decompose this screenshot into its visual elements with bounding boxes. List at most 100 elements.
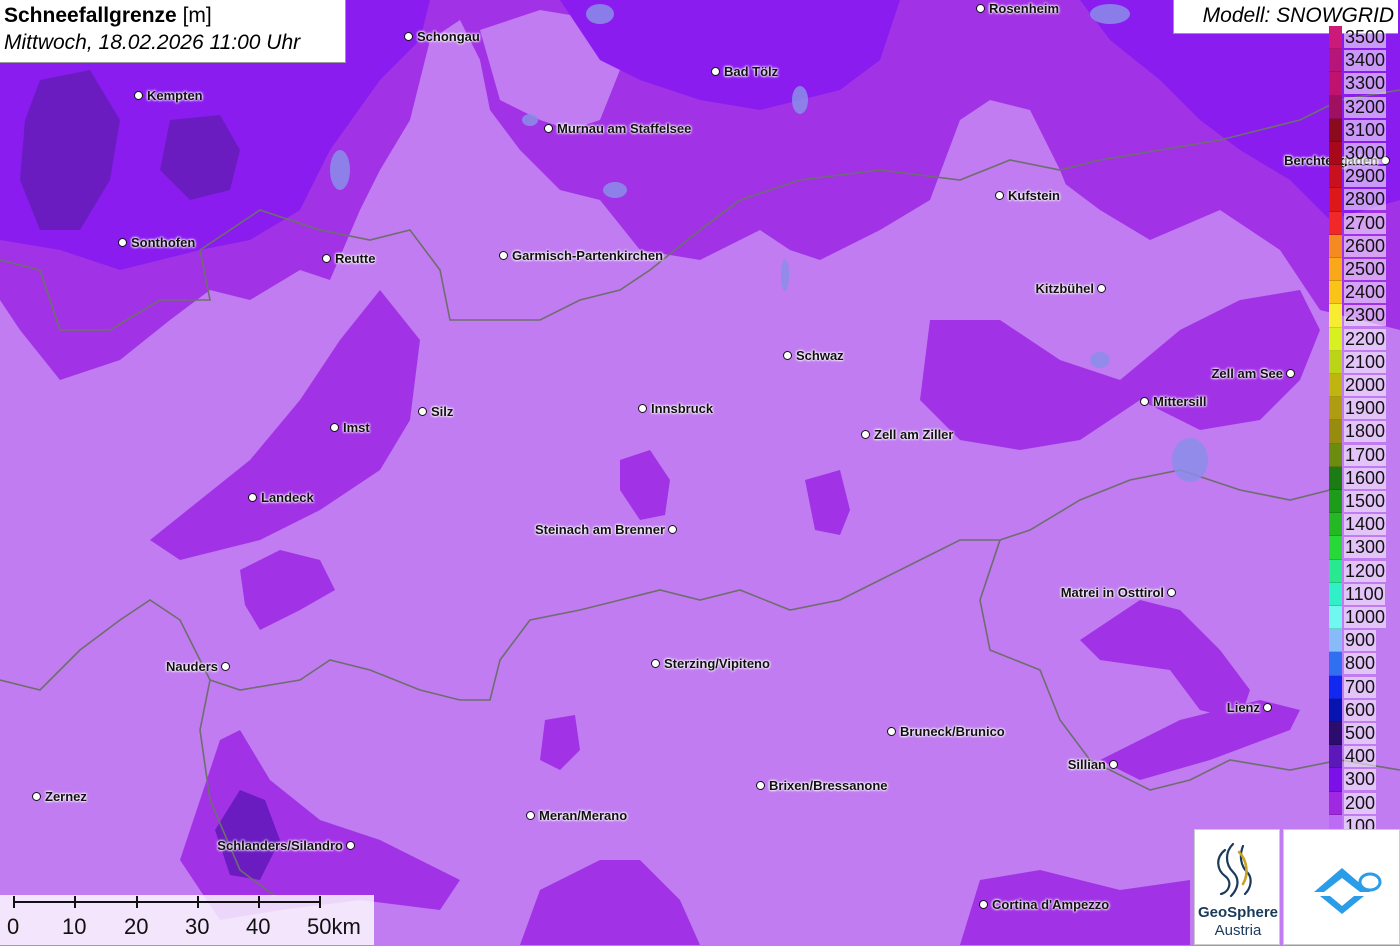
legend-label: 2500 <box>1344 259 1387 280</box>
city-marker-icon <box>544 124 553 133</box>
city-label[interactable]: Schlanders/Silandro <box>217 839 343 853</box>
legend-label: 1700 <box>1344 444 1387 466</box>
city-marker-icon <box>248 493 257 502</box>
city-label[interactable]: Matrei in Osttirol <box>1061 586 1164 600</box>
city-label[interactable]: Silz <box>431 405 453 419</box>
legend-row: 600 <box>1329 698 1400 722</box>
city-label[interactable]: Zell am Ziller <box>874 428 953 442</box>
legend-label: 2600 <box>1344 235 1387 257</box>
legend-label: 1500 <box>1344 491 1387 512</box>
legend-swatch <box>1329 490 1342 514</box>
legend-label: 1300 <box>1344 537 1387 559</box>
city-marker-icon <box>1140 397 1149 406</box>
city-marker-icon <box>976 4 985 13</box>
legend-row: 1700 <box>1329 443 1400 467</box>
city-label[interactable]: Cortina d'Ampezzo <box>992 898 1109 912</box>
legend-swatch <box>1329 582 1342 606</box>
city-label[interactable]: Nauders <box>166 660 218 674</box>
legend-row: 2400 <box>1329 281 1400 305</box>
legend-swatch <box>1329 327 1342 351</box>
city-marker-icon <box>526 811 535 820</box>
app-logo[interactable] <box>1283 829 1400 945</box>
city-label[interactable]: Mittersill <box>1153 395 1206 409</box>
city-label[interactable]: Bad Tölz <box>724 65 778 79</box>
city-label[interactable]: Kempten <box>147 89 203 103</box>
city-marker-icon <box>651 659 660 668</box>
legend-swatch <box>1329 350 1342 374</box>
legend-label: 600 <box>1344 699 1377 721</box>
legend-swatch <box>1329 258 1342 282</box>
city-label[interactable]: Sterzing/Vipiteno <box>664 657 770 671</box>
legend-label: 1800 <box>1344 421 1387 443</box>
city-label[interactable]: Kufstein <box>1008 189 1060 203</box>
city-marker-icon <box>887 727 896 736</box>
city-label[interactable]: Murnau am Staffelsee <box>557 122 691 136</box>
city-marker-icon <box>499 251 508 260</box>
legend-row: 900 <box>1329 629 1400 653</box>
legend-row: 1500 <box>1329 490 1400 514</box>
city-label[interactable]: Zernez <box>45 790 87 804</box>
legend-row: 1600 <box>1329 466 1400 490</box>
city-marker-icon <box>638 404 647 413</box>
city-label[interactable]: Innsbruck <box>651 402 713 416</box>
legend-label: 800 <box>1344 653 1377 675</box>
legend-swatch <box>1329 397 1342 421</box>
city-label[interactable]: Schwaz <box>796 349 844 363</box>
city-label[interactable]: Brixen/Bressanone <box>769 779 888 793</box>
legend-swatch <box>1329 49 1342 73</box>
legend-label: 1000 <box>1344 607 1387 628</box>
city-label[interactable]: Sonthofen <box>131 236 195 250</box>
title-box: Schneefallgrenze [m] Mittwoch, 18.02.202… <box>0 0 346 63</box>
legend-row: 1400 <box>1329 513 1400 537</box>
legend-row: 2800 <box>1329 188 1400 212</box>
legend-swatch <box>1329 466 1342 490</box>
legend-row: 1300 <box>1329 536 1400 560</box>
city-label[interactable]: Kitzbühel <box>1036 282 1095 296</box>
city-label[interactable]: Steinach am Brenner <box>535 523 665 537</box>
legend-row: 800 <box>1329 652 1400 676</box>
city-marker-icon <box>1109 760 1118 769</box>
city-label[interactable]: Landeck <box>261 491 314 505</box>
city-label[interactable]: Schongau <box>417 30 480 44</box>
city-label[interactable]: Lienz <box>1227 701 1260 715</box>
legend-row: 1900 <box>1329 397 1400 421</box>
scale-box: 0 10 20 30 40 50km <box>0 895 374 945</box>
city-label[interactable]: Imst <box>343 421 370 435</box>
legend-label: 3500 <box>1344 27 1387 48</box>
legend-label: 3100 <box>1344 119 1387 141</box>
legend-row: 3300 <box>1329 72 1400 96</box>
city-label[interactable]: Sillian <box>1068 758 1106 772</box>
legend-label: 3200 <box>1344 96 1387 118</box>
legend-swatch <box>1329 420 1342 444</box>
geosphere-logo[interactable]: GeoSphere Austria <box>1194 829 1280 945</box>
legend-row: 1800 <box>1329 420 1400 444</box>
city-label[interactable]: Garmisch-Partenkirchen <box>512 249 663 263</box>
legend-label: 1900 <box>1344 398 1387 420</box>
city-marker-icon <box>1286 369 1295 378</box>
legend-swatch <box>1329 304 1342 328</box>
legend-swatch <box>1329 281 1342 305</box>
legend-row: 2300 <box>1329 304 1400 328</box>
city-marker-icon <box>134 91 143 100</box>
city-label[interactable]: Reutte <box>335 252 375 266</box>
legend-row: 1000 <box>1329 606 1400 630</box>
city-label[interactable]: Rosenheim <box>989 2 1059 16</box>
legend-swatch <box>1329 72 1342 96</box>
city-label[interactable]: Meran/Merano <box>539 809 627 823</box>
legend-label: 2000 <box>1344 375 1387 396</box>
city-label[interactable]: Bruneck/Brunico <box>900 725 1005 739</box>
legend-row: 3000 <box>1329 142 1400 166</box>
legend-swatch <box>1329 698 1342 722</box>
legend-row: 500 <box>1329 722 1400 746</box>
color-legend: 3500 3400 3300 3200 3100 3000 2900 2800 2700 2600… <box>1329 26 1400 838</box>
legend-row: 1100 <box>1329 582 1400 606</box>
legend-label: 3000 <box>1344 143 1387 164</box>
snowfall-map[interactable] <box>0 0 1400 945</box>
legend-label: 2200 <box>1344 328 1387 350</box>
legend-swatch <box>1329 234 1342 258</box>
legend-label: 2400 <box>1344 282 1387 304</box>
city-label[interactable]: Zell am See <box>1211 367 1283 381</box>
legend-label: 3400 <box>1344 50 1387 72</box>
city-marker-icon <box>221 662 230 671</box>
legend-label: 2900 <box>1344 166 1387 188</box>
